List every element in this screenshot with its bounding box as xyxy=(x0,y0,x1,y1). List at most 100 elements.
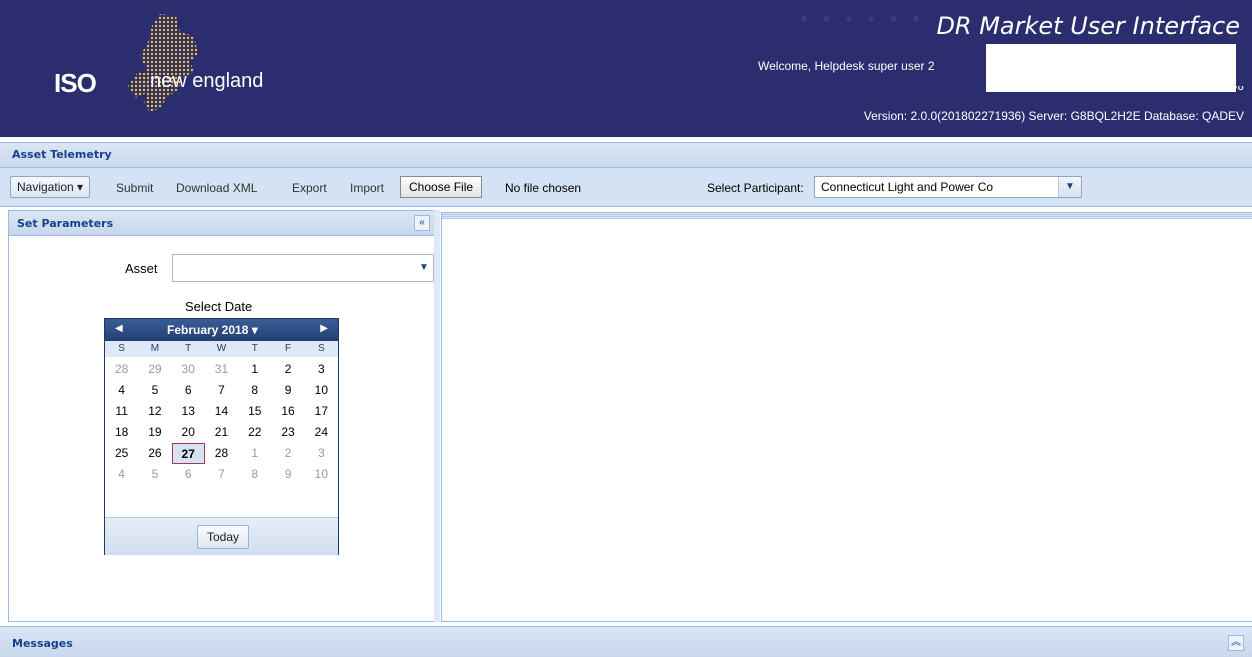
participant-select[interactable]: Connecticut Light and Power Co ▼ xyxy=(814,176,1082,198)
double-chevron-up-icon[interactable]: ︽ xyxy=(1228,635,1244,651)
weekday-label: W xyxy=(216,343,227,354)
chevron-down-icon[interactable]: ▼ xyxy=(415,255,433,281)
calendar-week-row: 4 5 6 7 8 9 10 xyxy=(105,464,338,485)
messages-panel: Messages ︽ xyxy=(0,626,1252,657)
calendar-day[interactable]: 27 xyxy=(171,443,205,464)
calendar-day[interactable]: 24 xyxy=(305,422,338,443)
calendar-day[interactable]: 21 xyxy=(205,422,238,443)
file-status-text: No file chosen xyxy=(505,181,582,195)
calendar-day[interactable]: 23 xyxy=(271,422,304,443)
version-info: Version: 2.0.0(201802271936) Server: G8B… xyxy=(863,109,1244,123)
calendar-day[interactable]: 14 xyxy=(205,401,238,422)
set-parameters-panel: Set Parameters « Asset ▼ Select Date ◀ F… xyxy=(8,210,436,622)
new-england-map-icon xyxy=(128,14,198,112)
today-button[interactable]: Today xyxy=(197,525,249,549)
datetime-text: 02-27-2018 14:31:08 xyxy=(1118,86,1244,92)
messages-title: Messages xyxy=(12,637,73,650)
calendar-day[interactable]: 28 xyxy=(105,359,138,380)
calendar-day[interactable]: 29 xyxy=(138,359,171,380)
select-date-label: Select Date xyxy=(185,299,253,314)
welcome-text: Welcome, Helpdesk super user 2 xyxy=(758,59,935,73)
redacted-area xyxy=(986,44,1236,92)
calendar-day[interactable]: 5 xyxy=(138,464,171,485)
page-title-bar: Asset Telemetry xyxy=(0,142,1252,168)
iso-ne-logo: ISO new england xyxy=(54,12,294,122)
next-month-icon[interactable]: ▶ xyxy=(320,323,328,334)
weekday-label: T xyxy=(251,343,258,354)
navigation-menu-button[interactable]: Navigation ▾ xyxy=(10,176,91,198)
import-button[interactable]: Import xyxy=(350,181,384,195)
asset-select[interactable]: ▼ xyxy=(172,254,434,282)
export-button[interactable]: Export xyxy=(292,181,327,195)
calendar-day[interactable]: 16 xyxy=(271,401,304,422)
panel-splitter[interactable] xyxy=(434,210,440,622)
weekday-label: T xyxy=(185,343,192,354)
calendar-grid: 28 29 30 31 1 2 3 4 5 6 7 8 9 10 11 12 13 14 15 16 17 18 19 20 2… xyxy=(105,359,338,485)
weekday-label: F xyxy=(284,343,292,354)
calendar-day[interactable]: 12 xyxy=(138,401,171,422)
weekday-label: S xyxy=(118,343,125,354)
calendar-day[interactable]: 18 xyxy=(105,422,138,443)
logo-name-text: new england xyxy=(150,70,264,92)
calendar-day[interactable]: 13 xyxy=(172,401,205,422)
logo-iso-text: ISO xyxy=(54,68,97,98)
calendar-day[interactable]: 8 xyxy=(238,380,271,401)
page-title: Asset Telemetry xyxy=(12,148,112,161)
calendar-day[interactable]: 2 xyxy=(271,359,304,380)
calendar-day[interactable]: 1 xyxy=(238,359,271,380)
calendar-day[interactable]: 17 xyxy=(305,401,338,422)
calendar-day[interactable]: 11 xyxy=(105,401,138,422)
calendar-day[interactable]: 9 xyxy=(271,380,304,401)
weekday-header: SMTWTFS xyxy=(105,341,338,357)
calendar-day[interactable]: 6 xyxy=(172,464,205,485)
weekday-label: M xyxy=(150,343,160,354)
double-chevron-left-icon[interactable]: « xyxy=(414,215,430,231)
calendar-week-row: 28 29 30 31 1 2 3 xyxy=(105,359,338,380)
calendar-day[interactable]: 20 xyxy=(172,422,205,443)
calendar-day[interactable]: 2 xyxy=(271,443,304,464)
download-xml-button[interactable]: Download XML xyxy=(176,181,257,195)
calendar-week-row: 4 5 6 7 8 9 10 xyxy=(105,380,338,401)
calendar-day[interactable]: 15 xyxy=(238,401,271,422)
calendar-day[interactable]: 7 xyxy=(205,464,238,485)
calendar-day[interactable]: 31 xyxy=(205,359,238,380)
results-pane-header xyxy=(442,213,1252,219)
participant-value: Connecticut Light and Power Co xyxy=(821,180,994,194)
calendar-day[interactable]: 9 xyxy=(271,464,304,485)
participant-label: Select Participant: xyxy=(707,181,804,195)
calendar-header: ◀ February 2018 ▾ ▶ xyxy=(105,319,338,341)
calendar-day[interactable]: 7 xyxy=(205,380,238,401)
calendar-day[interactable]: 8 xyxy=(238,464,271,485)
panel-header: Set Parameters « xyxy=(9,211,435,236)
calendar-day[interactable]: 22 xyxy=(238,422,271,443)
calendar-day[interactable]: 28 xyxy=(205,443,238,464)
submit-button[interactable]: Submit xyxy=(116,181,153,195)
calendar-day[interactable]: 30 xyxy=(172,359,205,380)
calendar-day[interactable]: 6 xyxy=(172,380,205,401)
calendar-day[interactable]: 3 xyxy=(305,359,338,380)
calendar-day[interactable]: 10 xyxy=(305,380,338,401)
month-selector[interactable]: February 2018 ▾ xyxy=(167,323,258,337)
app-title: DR Market User Interface xyxy=(936,12,1240,40)
decorative-dots: ● ● ● ● ● ● xyxy=(800,10,926,26)
calendar-day[interactable]: 1 xyxy=(238,443,271,464)
calendar-day[interactable]: 10 xyxy=(305,464,338,485)
weekday-label: S xyxy=(317,343,325,354)
prev-month-icon[interactable]: ◀ xyxy=(115,323,123,334)
toolbar: Navigation ▾ Submit Download XML Export … xyxy=(0,168,1252,207)
calendar-week-row: 18 19 20 21 22 23 24 xyxy=(105,422,338,443)
calendar-day[interactable]: 3 xyxy=(305,443,338,464)
calendar-day[interactable]: 4 xyxy=(105,380,138,401)
calendar-day[interactable]: 25 xyxy=(105,443,138,464)
calendar-day[interactable]: 5 xyxy=(138,380,171,401)
calendar-day[interactable]: 4 xyxy=(105,464,138,485)
asset-label: Asset xyxy=(125,261,158,276)
header-banner: ● ● ● ● ● ● ISO new england DR Market Us… xyxy=(0,0,1252,137)
calendar-week-row: 25 26 27 28 1 2 3 xyxy=(105,443,338,464)
panel-title: Set Parameters xyxy=(17,217,114,230)
date-picker: ◀ February 2018 ▾ ▶ SMTWTFS 28 29 30 31 1 2 3 4… xyxy=(104,318,339,555)
calendar-day[interactable]: 26 xyxy=(138,443,171,464)
choose-file-button[interactable]: Choose File xyxy=(400,176,483,198)
calendar-day[interactable]: 19 xyxy=(138,422,171,443)
chevron-down-icon[interactable]: ▼ xyxy=(1058,177,1081,197)
